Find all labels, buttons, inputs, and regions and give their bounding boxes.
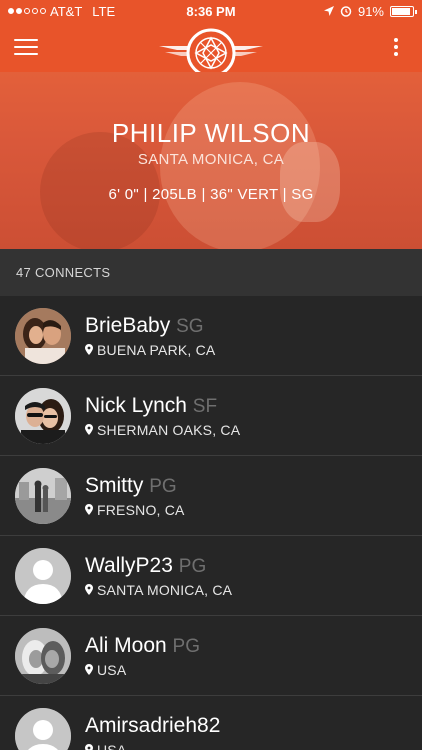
profile-name: PHILIP WILSON [111,118,311,148]
top-bar [0,22,422,78]
profile-location: SANTA MONICA, CA [137,151,285,168]
player-name: Amirsadrieh82 [85,713,221,737]
list-item[interactable]: Smitty PG FRESNO, CA [0,456,422,536]
connects-list: BrieBaby SG BUENA PARK, CA Nick Lynch SF SH… [0,296,422,750]
carrier-label: AT&T [50,3,83,19]
more-vertical-icon[interactable] [384,35,408,59]
list-item-text: Nick Lynch SF SHERMAN OAKS, CA [85,394,240,438]
list-item-text: Ali Moon PG USA [85,634,200,678]
player-name: BrieBaby [85,313,171,337]
player-position: SG [176,315,204,337]
avatar [15,467,71,524]
list-item[interactable]: BrieBaby SG BUENA PARK, CA [0,296,422,376]
connects-header: 47 CONNECTS [0,249,422,296]
player-position: PG [178,555,207,577]
player-location-line: BUENA PARK, CA [85,342,215,358]
location-pin-icon [85,744,93,750]
list-item-text: Smitty PG FRESNO, CA [85,474,185,518]
location-arrow-icon [323,6,334,16]
list-item-title: WallyP23 PG [85,554,232,578]
player-name: Smitty [85,473,144,497]
list-item[interactable]: Nick Lynch SF SHERMAN OAKS, CA [0,376,422,456]
status-bar: AT&T LTE 8:36 PM 91% [0,0,422,22]
list-item-title: BrieBaby SG [85,314,215,338]
avatar [15,307,71,364]
player-name: Ali Moon [85,633,167,657]
avatar [15,707,71,750]
avatar [15,627,71,684]
list-item-title: Smitty PG [85,474,185,498]
list-item-title: Nick Lynch SF [85,394,240,418]
location-pin-icon [85,504,93,515]
list-item-text: Amirsadrieh82 USA [85,714,220,750]
avatar [15,547,71,604]
status-left: AT&T LTE [8,4,115,19]
location-pin-icon [85,664,93,675]
player-name: Nick Lynch [85,393,187,417]
player-name: WallyP23 [85,553,173,577]
player-location-line: SANTA MONICA, CA [85,582,232,598]
signal-strength-icon [8,8,46,14]
player-location-line: SHERMAN OAKS, CA [85,422,240,438]
player-location-line: USA [85,742,220,750]
player-location: USA [97,661,127,678]
list-item-text: BrieBaby SG BUENA PARK, CA [85,314,215,358]
list-item-title: Amirsadrieh82 [85,714,220,738]
location-pin-icon [85,344,93,355]
avatar [15,387,71,444]
hamburger-menu-icon[interactable] [14,37,38,57]
list-item[interactable]: WallyP23 PG SANTA MONICA, CA [0,536,422,616]
player-location-line: FRESNO, CA [85,502,185,518]
network-label: LTE [92,3,116,19]
player-position: SF [192,395,218,417]
player-location-line: USA [85,662,200,678]
profile-header: PHILIP WILSON SANTA MONICA, CA 6' 0" | 2… [0,72,422,249]
player-location: SHERMAN OAKS, CA [97,421,241,438]
player-position: PG [172,635,200,657]
status-right: 91% [323,3,417,19]
list-item[interactable]: Amirsadrieh82 USA [0,696,422,750]
profile-stats: 6' 0" | 205LB | 36" VERT | SG [108,186,314,203]
list-item-text: WallyP23 PG SANTA MONICA, CA [85,554,232,598]
battery-percent: 91% [357,3,384,19]
location-pin-icon [85,584,93,595]
player-location: USA [97,741,127,750]
battery-icon [390,5,417,17]
player-position: PG [149,475,177,497]
player-location: BUENA PARK, CA [97,341,216,358]
connects-count: 47 CONNECTS [16,265,111,280]
alarm-clock-icon [340,6,352,17]
player-location: FRESNO, CA [97,501,185,518]
location-pin-icon [85,424,93,435]
list-item-title: Ali Moon PG [85,634,200,658]
player-location: SANTA MONICA, CA [97,581,233,598]
list-item[interactable]: Ali Moon PG USA [0,616,422,696]
